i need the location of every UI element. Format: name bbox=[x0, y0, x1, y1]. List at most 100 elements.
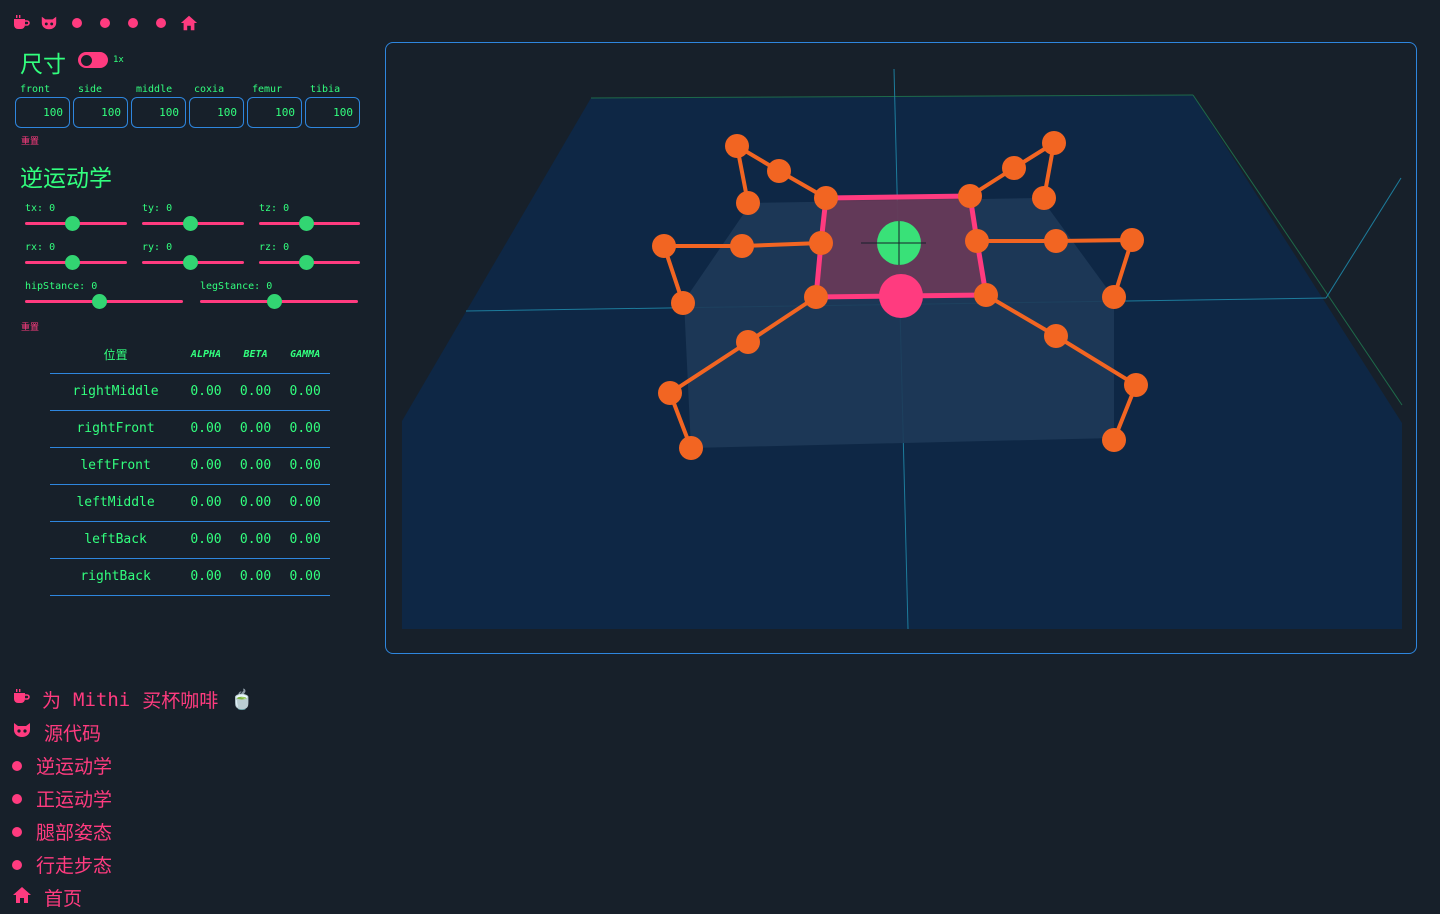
ty-slider[interactable]: ty: 0 bbox=[142, 203, 244, 231]
table-row: leftBack 0.00 0.00 0.00 bbox=[50, 521, 330, 559]
legstance-slider[interactable]: legStance: 0 bbox=[200, 281, 358, 309]
leg-name: leftFront bbox=[50, 447, 182, 485]
alpha-value: 0.00 bbox=[181, 521, 231, 559]
gamma-value: 0.00 bbox=[280, 373, 330, 411]
coffee-icon[interactable] bbox=[12, 14, 30, 32]
femur-input[interactable]: 100 bbox=[247, 97, 302, 128]
beta-value: 0.00 bbox=[230, 410, 281, 448]
nav-item-fk[interactable]: 正运动学 bbox=[12, 782, 254, 815]
slider-thumb[interactable] bbox=[64, 216, 80, 231]
slider-label: rx: 0 bbox=[25, 242, 56, 253]
beta-value: 0.00 bbox=[230, 521, 281, 559]
table-row: rightMiddle 0.00 0.00 0.00 bbox=[50, 373, 330, 411]
nav-dot-leg-patterns[interactable] bbox=[128, 18, 138, 28]
nav-item-ik[interactable]: 逆运动学 bbox=[12, 749, 254, 782]
home-icon bbox=[12, 886, 32, 909]
slider-thumb[interactable] bbox=[92, 294, 108, 309]
buy-coffee-link[interactable]: 为 Mithi 买杯咖啡 🍵 bbox=[12, 683, 254, 716]
nav-dot-ik[interactable] bbox=[72, 18, 82, 28]
coxia-input[interactable]: 100 bbox=[189, 97, 244, 128]
slider-thumb[interactable] bbox=[267, 294, 283, 309]
nav-item-walking-gaits[interactable]: 行走步态 bbox=[12, 848, 254, 881]
header-gamma: GAMMA bbox=[280, 336, 330, 374]
ry-slider[interactable]: ry: 0 bbox=[142, 242, 244, 270]
github-icon[interactable] bbox=[40, 14, 58, 32]
nav-dot-walking-gaits[interactable] bbox=[156, 18, 166, 28]
alpha-value: 0.00 bbox=[181, 484, 231, 522]
slider-label: ry: 0 bbox=[142, 242, 173, 253]
hipstance-slider[interactable]: hipStance: 0 bbox=[25, 281, 183, 309]
dim-femur: femur 100 bbox=[247, 83, 302, 128]
dim-side: side 100 bbox=[73, 83, 128, 128]
nav-item-home[interactable]: 首页 bbox=[12, 881, 254, 914]
tx-slider[interactable]: tx: 0 bbox=[25, 203, 127, 231]
middle-input[interactable]: 100 bbox=[131, 97, 186, 128]
nav-item-label: 行走步态 bbox=[36, 855, 113, 877]
leg-name: rightMiddle bbox=[50, 373, 182, 411]
beta-value: 0.00 bbox=[230, 447, 281, 485]
dim-label: tibia bbox=[310, 84, 341, 95]
table-row: leftMiddle 0.00 0.00 0.00 bbox=[50, 484, 330, 522]
nav-dot-fk[interactable] bbox=[100, 18, 110, 28]
coffee-prefix: 为 bbox=[42, 690, 62, 712]
dim-coxia: coxia 100 bbox=[189, 83, 244, 128]
nav-item-label: 腿部姿态 bbox=[36, 822, 113, 844]
dot-icon bbox=[12, 760, 22, 771]
github-icon bbox=[12, 721, 32, 744]
hexapod-3d-viewport[interactable] bbox=[385, 42, 1417, 654]
dim-front: front 100 bbox=[15, 83, 70, 128]
dimensions-reset-button[interactable]: 重置 bbox=[21, 134, 39, 147]
bottom-nav: 为 Mithi 买杯咖啡 🍵 源代码 逆运动学 正运动学 腿部姿态 行走步态 首… bbox=[12, 683, 254, 914]
dim-label: side bbox=[78, 84, 103, 95]
side-input[interactable]: 100 bbox=[73, 97, 128, 128]
ik-reset-button[interactable]: 重置 bbox=[21, 320, 39, 333]
slider-thumb[interactable] bbox=[64, 255, 80, 270]
slider-label: tx: 0 bbox=[25, 203, 56, 214]
tea-emoji: 🍵 bbox=[230, 689, 254, 711]
slider-thumb[interactable] bbox=[182, 216, 198, 231]
rz-slider[interactable]: rz: 0 bbox=[259, 242, 360, 270]
nav-item-leg-patterns[interactable]: 腿部姿态 bbox=[12, 815, 254, 848]
header-alpha: ALPHA bbox=[181, 336, 231, 374]
dim-label: middle bbox=[136, 84, 173, 95]
slider-thumb[interactable] bbox=[182, 255, 198, 270]
tz-slider[interactable]: tz: 0 bbox=[259, 203, 360, 231]
coffee-icon bbox=[12, 688, 30, 711]
slider-thumb[interactable] bbox=[299, 255, 315, 270]
alpha-value: 0.00 bbox=[181, 410, 231, 448]
gamma-value: 0.00 bbox=[280, 558, 330, 596]
source-code-link[interactable]: 源代码 bbox=[12, 716, 254, 749]
gamma-value: 0.00 bbox=[280, 447, 330, 485]
nav-item-label: 逆运动学 bbox=[36, 756, 113, 778]
top-nav bbox=[12, 14, 198, 32]
slider-thumb[interactable] bbox=[299, 216, 315, 231]
leg-name: leftMiddle bbox=[50, 484, 182, 522]
angles-table: 位置 ALPHA BETA GAMMA rightMiddle 0.00 0.0… bbox=[50, 336, 330, 596]
dot-icon bbox=[12, 826, 22, 837]
table-row: rightBack 0.00 0.00 0.00 bbox=[50, 558, 330, 596]
dim-label: femur bbox=[252, 84, 283, 95]
beta-value: 0.00 bbox=[230, 558, 281, 596]
header-beta: BETA bbox=[230, 336, 281, 374]
slider-label: legStance: 0 bbox=[200, 281, 273, 292]
leg-name: rightFront bbox=[50, 410, 182, 448]
alpha-value: 0.00 bbox=[181, 447, 231, 485]
gamma-value: 0.00 bbox=[280, 484, 330, 522]
scale-toggle[interactable] bbox=[78, 52, 108, 68]
ik-title: 逆运动学 bbox=[20, 166, 112, 192]
toggle-knob bbox=[81, 55, 92, 66]
dimensions-title: 尺寸 bbox=[20, 52, 66, 78]
axis-line bbox=[1325, 177, 1402, 299]
beta-value: 0.00 bbox=[230, 484, 281, 522]
tibia-input[interactable]: 100 bbox=[305, 97, 360, 128]
dim-tibia: tibia 100 bbox=[305, 83, 360, 128]
home-icon[interactable] bbox=[180, 14, 198, 32]
hexapod-head bbox=[879, 274, 923, 318]
rx-slider[interactable]: rx: 0 bbox=[25, 242, 127, 270]
table-header-row: 位置 ALPHA BETA GAMMA bbox=[50, 336, 330, 374]
beta-value: 0.00 bbox=[230, 373, 281, 411]
dim-label: front bbox=[20, 84, 51, 95]
gamma-value: 0.00 bbox=[280, 410, 330, 448]
hexapod-scene[interactable] bbox=[386, 43, 1418, 655]
front-input[interactable]: 100 bbox=[15, 97, 70, 128]
